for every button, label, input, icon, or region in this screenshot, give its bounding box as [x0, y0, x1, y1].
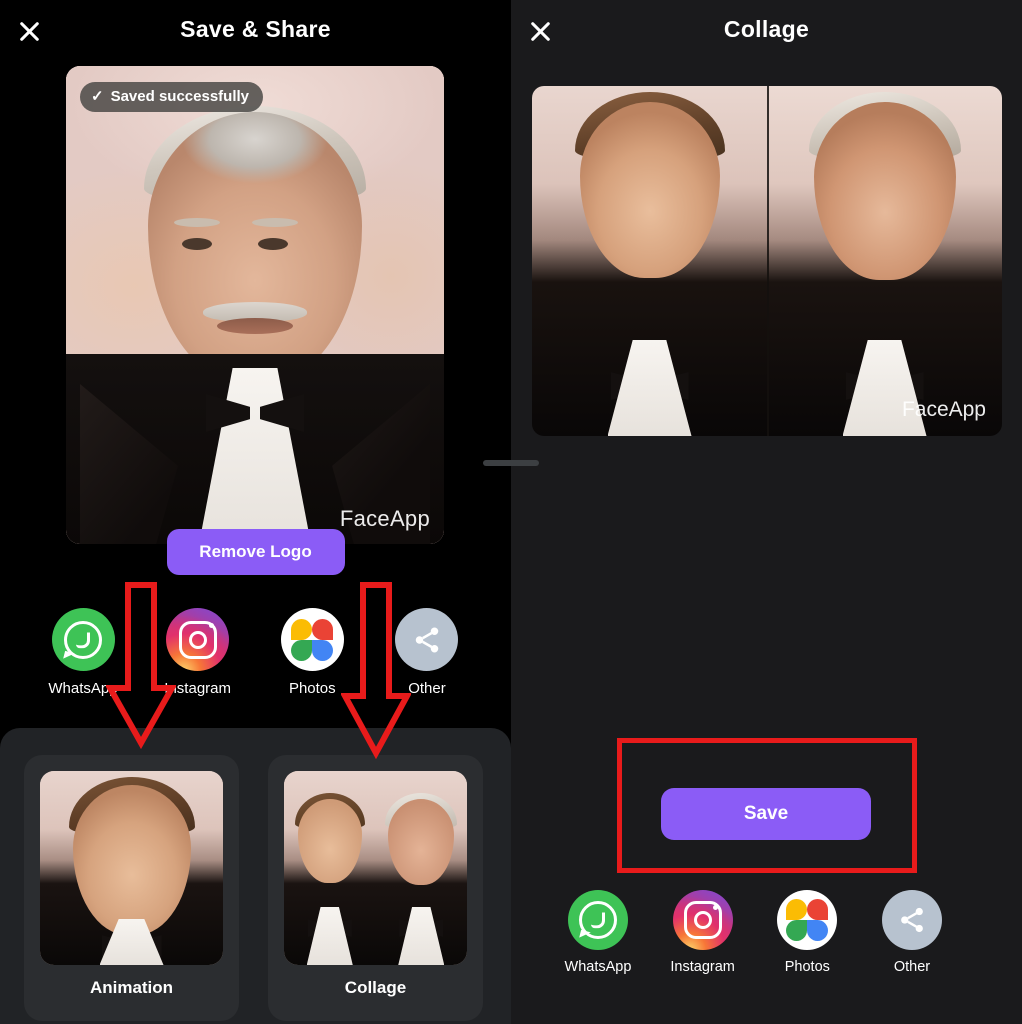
option-card-animation[interactable]: Animation [24, 755, 239, 1021]
watermark: FaceApp [901, 398, 986, 421]
share-label: Photos [784, 959, 830, 975]
left-header: Save & Share [0, 0, 511, 62]
share-whatsapp[interactable]: WhatsApp [555, 890, 641, 975]
share-label: WhatsApp [48, 680, 118, 697]
share-icon [881, 890, 942, 950]
photo-mouth [217, 318, 293, 334]
collage-preview[interactable]: FaceApp [532, 86, 1002, 436]
result-photo[interactable]: ✓ Saved successfully FaceApp [66, 66, 444, 544]
share-label: Photos [288, 680, 336, 697]
share-label: Instagram [670, 959, 735, 975]
share-other[interactable]: Other [384, 608, 470, 697]
google-photos-icon [280, 608, 344, 671]
google-photos-icon [777, 890, 838, 950]
page-title: Collage [723, 16, 810, 42]
share-icon [395, 608, 459, 671]
watermark: FaceApp [339, 506, 430, 531]
photo-brow-right [252, 218, 298, 227]
share-label: Other [408, 680, 446, 697]
animation-thumbnail [40, 771, 223, 965]
photo-bowtie [206, 394, 304, 432]
whatsapp-icon [51, 608, 115, 671]
photo-eye-left [182, 238, 212, 250]
collage-thumbnail [284, 771, 467, 965]
share-photos[interactable]: Photos [269, 608, 355, 697]
check-icon: ✓ [91, 88, 104, 105]
save-and-share-panel: Save & Share ✓ Saved successfully FaceAp… [0, 0, 511, 1024]
option-card-collage[interactable]: Collage [268, 755, 483, 1021]
screenshot-root: Save & Share ✓ Saved successfully FaceAp… [0, 0, 1022, 1024]
instagram-icon [166, 608, 230, 671]
collage-divider [767, 86, 769, 436]
page-title: Save & Share [180, 16, 331, 42]
share-other[interactable]: Other [869, 890, 955, 975]
share-row: WhatsApp Instagram Photos Other [40, 608, 470, 697]
status-badge-label: Saved successfully [110, 88, 249, 105]
save-button[interactable]: Save [661, 788, 871, 840]
instagram-icon [672, 890, 733, 950]
collage-right-image [767, 86, 1002, 436]
option-label: Animation [89, 978, 174, 997]
options-panel: Animation Collage [0, 728, 511, 1024]
share-whatsapp[interactable]: WhatsApp [40, 608, 126, 697]
status-badge: ✓ Saved successfully [80, 82, 263, 112]
share-instagram[interactable]: Instagram [155, 608, 241, 697]
share-label: WhatsApp [564, 959, 632, 975]
photo-brow-left [174, 218, 220, 227]
drag-handle[interactable] [483, 460, 539, 466]
share-photos[interactable]: Photos [764, 890, 850, 975]
share-label: Other [893, 959, 931, 975]
share-row: WhatsApp Instagram Photos Other [555, 890, 955, 975]
option-label: Collage [344, 978, 407, 997]
right-header: Collage [511, 0, 1022, 62]
share-instagram[interactable]: Instagram [660, 890, 746, 975]
remove-logo-button[interactable]: Remove Logo [166, 529, 345, 575]
collage-left-image [532, 86, 767, 436]
photo-eye-right [258, 238, 288, 250]
share-label: Instagram [164, 680, 231, 697]
whatsapp-icon [568, 890, 628, 950]
